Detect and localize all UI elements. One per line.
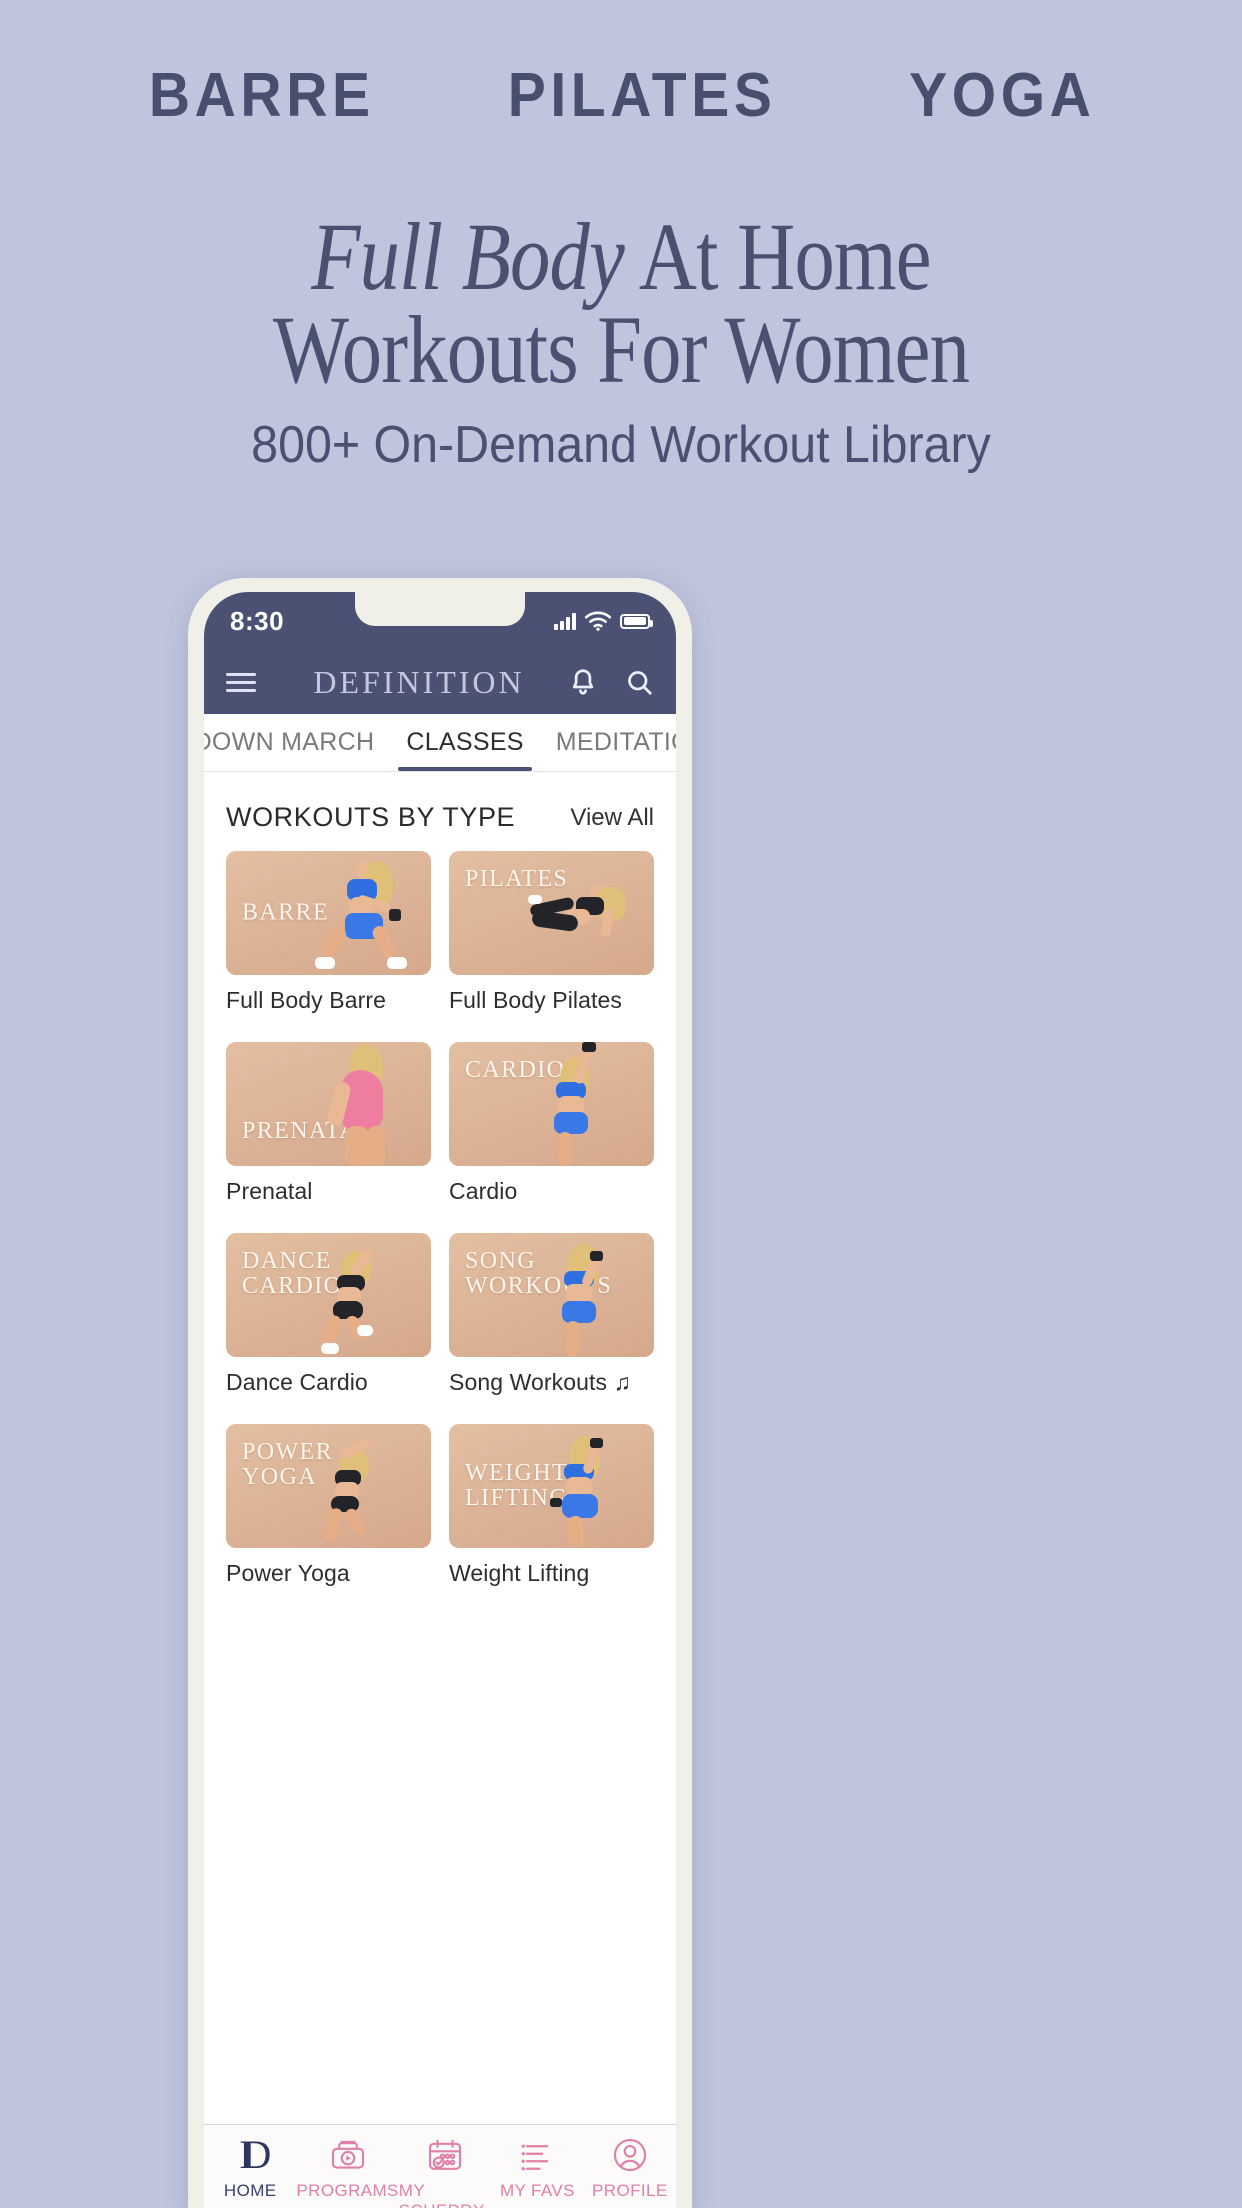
workout-card[interactable]: BARRE Full Body Barre <box>226 851 431 1036</box>
tab-classes[interactable]: CLASSES <box>390 714 539 771</box>
search-icon[interactable] <box>624 667 654 697</box>
model-illustration <box>305 1042 415 1166</box>
workout-caption: Full Body Barre <box>226 987 387 1013</box>
calendar-check-icon <box>428 2139 462 2170</box>
workout-thumbnail[interactable]: DANCE CARDIO <box>226 1233 431 1357</box>
model-illustration <box>516 1042 636 1166</box>
workout-thumbnail[interactable]: WEIGHT LIFTING <box>449 1424 654 1548</box>
headline-line-1-rest: At Home <box>623 203 932 310</box>
bottom-navigation: ID HOME PROGRAMS MY SCHE <box>204 2124 676 2208</box>
workout-card[interactable]: POWER YOGA Power Yoga <box>226 1424 431 1609</box>
workout-caption: Power Yoga <box>226 1560 350 1586</box>
model-illustration <box>305 851 425 975</box>
headline-emphasis: Full Body <box>311 203 625 310</box>
cellular-bars-icon <box>554 612 576 630</box>
workout-card[interactable]: CARDIO Cardio <box>449 1042 654 1227</box>
workout-type-grid: BARRE Full Body Barre PILATES Full Body … <box>226 851 654 1609</box>
workout-card[interactable]: PILATES Full Body Pilates <box>449 851 654 1036</box>
nav-item-profile[interactable]: PROFILE <box>584 2135 676 2201</box>
promo-keyword-barre: BARRE <box>148 61 375 130</box>
phone-mockup: 8:30 DEFINITION TDO <box>188 578 692 2208</box>
video-camera-icon <box>331 2140 364 2169</box>
headline-line-1: Full Body At Home <box>99 209 1142 305</box>
bell-icon[interactable] <box>568 667 598 697</box>
workout-thumbnail[interactable]: PILATES <box>449 851 654 975</box>
bd-monogram-logo-icon: ID <box>239 2132 271 2177</box>
nav-label-my-favs: MY FAVS <box>499 2181 575 2200</box>
section-title: WORKOUTS BY TYPE <box>226 802 516 832</box>
section-header: WORKOUTS BY TYPE View All <box>226 772 654 851</box>
nav-item-programs[interactable]: PROGRAMS <box>296 2135 398 2201</box>
workout-thumbnail[interactable]: CARDIO <box>449 1042 654 1166</box>
wifi-icon <box>585 611 611 631</box>
workout-caption: Prenatal <box>226 1178 313 1204</box>
workout-thumbnail[interactable]: BARRE <box>226 851 431 975</box>
model-illustration <box>526 1424 646 1548</box>
promo-keyword-row: BARRE PILATES YOGA <box>0 60 1242 131</box>
status-clock: 8:30 <box>230 605 285 636</box>
content-area: WORKOUTS BY TYPE View All BARRE Full Bod… <box>204 772 676 2152</box>
workout-caption: Full Body Pilates <box>449 987 622 1013</box>
nav-label-my-scheddy: MY SCHEDDY <box>398 2181 485 2208</box>
workout-card[interactable]: WEIGHT LIFTING Weight Lifting <box>449 1424 654 1609</box>
workout-card[interactable]: SONG WORKOUTS Song Workouts ♫ <box>449 1233 654 1418</box>
app-header: DEFINITION <box>204 650 676 714</box>
promo-subheadline: 800+ On-Demand Workout Library <box>251 416 991 474</box>
tab-bar[interactable]: TDOWN MARCH CLASSES MEDITATIONS <box>204 714 676 772</box>
nav-item-my-favs[interactable]: MY FAVS <box>491 2135 583 2201</box>
status-icons <box>554 611 653 631</box>
nav-item-my-scheddy[interactable]: MY SCHEDDY <box>399 2135 491 2208</box>
hamburger-menu-icon[interactable] <box>226 668 256 697</box>
model-illustration <box>524 1233 644 1357</box>
header-icon-group <box>568 667 654 697</box>
workout-caption: Weight Lifting <box>449 1560 590 1586</box>
nav-label-profile: PROFILE <box>592 2181 668 2200</box>
workout-thumbnail[interactable]: SONG WORKOUTS <box>449 1233 654 1357</box>
nav-item-home[interactable]: ID HOME <box>204 2135 296 2201</box>
person-circle-icon <box>613 2138 646 2172</box>
model-illustration <box>528 851 648 975</box>
workout-thumbnail[interactable]: PRENATAL <box>226 1042 431 1166</box>
tab-countdown-march[interactable]: TDOWN MARCH <box>204 714 390 771</box>
workout-thumbnail[interactable]: POWER YOGA <box>226 1424 431 1548</box>
headline-line-2: Workouts For Women <box>272 296 970 404</box>
battery-icon <box>620 613 653 629</box>
workout-card[interactable]: DANCE CARDIO Dance Cardio <box>226 1233 431 1418</box>
app-brand-title: DEFINITION <box>313 663 525 700</box>
view-all-link[interactable]: View All <box>570 804 654 832</box>
phone-screen: 8:30 DEFINITION TDO <box>204 592 676 2208</box>
nav-label-home: HOME <box>223 2181 277 2200</box>
promo-headline: Full Body At Home Workouts For Women <box>0 209 1242 404</box>
promo-keyword-pilates: PILATES <box>508 61 777 130</box>
workout-card[interactable]: PRENATAL Prenatal <box>226 1042 431 1227</box>
list-lines-icon <box>522 2144 549 2171</box>
workout-caption: Song Workouts ♫ <box>449 1369 631 1395</box>
status-bar: 8:30 <box>204 592 676 650</box>
workout-caption: Dance Cardio <box>226 1369 368 1395</box>
model-illustration <box>299 1233 419 1357</box>
nav-label-programs: PROGRAMS <box>296 2181 399 2200</box>
tab-meditations[interactable]: MEDITATIONS <box>540 714 676 771</box>
phone-notch <box>355 592 525 626</box>
promo-keyword-yoga: YOGA <box>908 61 1096 130</box>
workout-caption: Cardio <box>449 1178 518 1204</box>
model-illustration <box>297 1424 417 1548</box>
